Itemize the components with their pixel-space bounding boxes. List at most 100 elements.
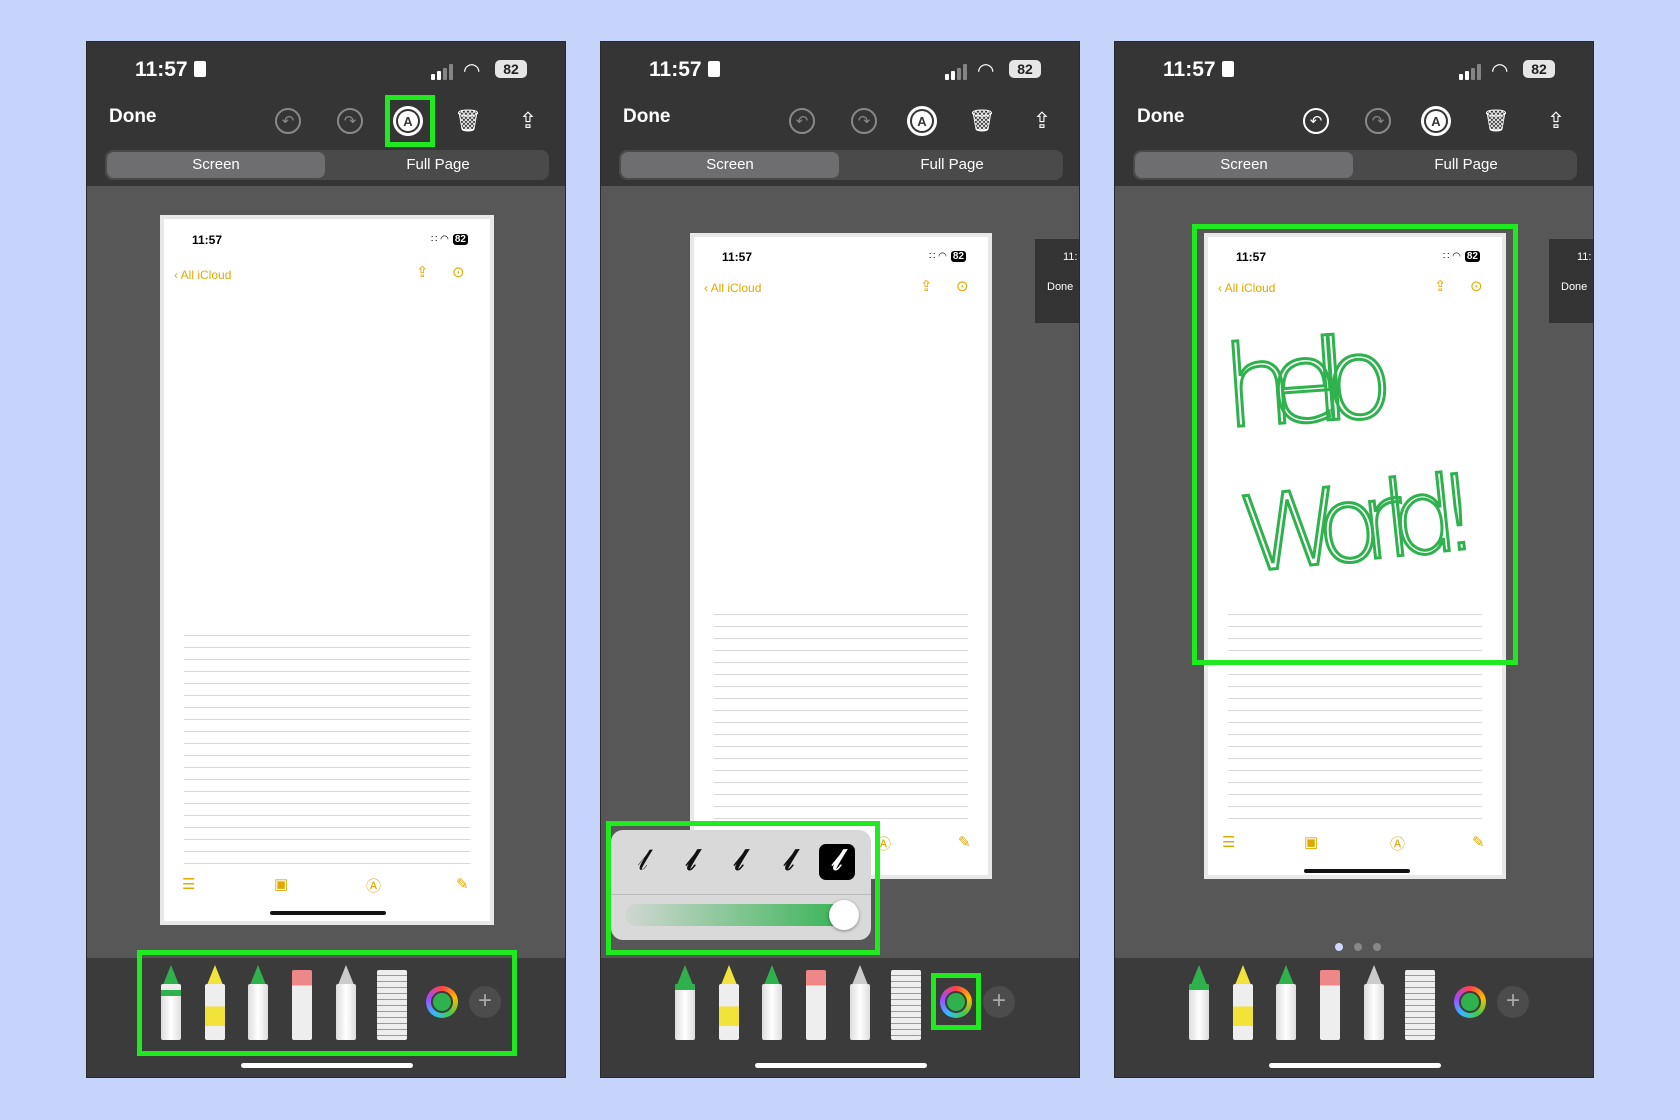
page-dot-3[interactable] (1373, 943, 1381, 951)
lasso-tool[interactable] (850, 965, 870, 1040)
tool-palette (601, 958, 1079, 1077)
share-button[interactable]: ⇪ (1025, 104, 1059, 138)
signal-icon (945, 64, 971, 80)
tab-screen[interactable]: Screen (107, 152, 325, 178)
preview-share-icon: ⇪ (920, 278, 933, 295)
tab-screen[interactable]: Screen (621, 152, 839, 178)
tab-full-page[interactable]: Full Page (843, 152, 1061, 178)
highlight-tool-palette (137, 950, 517, 1056)
next-screenshot-thumbnail[interactable]: 11: Done (1035, 239, 1079, 323)
tool-palette (1115, 958, 1593, 1077)
tab-full-page[interactable]: Full Page (1357, 152, 1575, 178)
phone-step-3: 11:57 ◠ 82 Done ↶ ↷ A 🗑 ⇪ Screen Full Pa… (1114, 41, 1594, 1078)
share-button[interactable]: ⇪ (511, 104, 545, 138)
done-button[interactable]: Done (1137, 106, 1185, 128)
preview-status: ∷ ◠ 82 (929, 251, 966, 262)
segmented-control: Screen Full Page (619, 150, 1063, 180)
page-dot-1[interactable] (1335, 943, 1343, 951)
home-indicator (241, 1063, 413, 1068)
preview-more-icon: ⊙ (956, 278, 969, 295)
thumb-done: Done (1561, 281, 1588, 293)
redo-button[interactable]: ↷ (847, 104, 881, 138)
preview-lines (184, 624, 470, 864)
delete-button[interactable]: 🗑 (965, 104, 999, 138)
undo-icon: ↶ (275, 108, 301, 134)
time-text: 11:57 (135, 58, 188, 81)
markup-button[interactable]: A (1419, 104, 1453, 138)
page-dots[interactable] (1335, 938, 1392, 956)
share-icon: ⇪ (1032, 108, 1052, 133)
time-text: 11:57 (1163, 58, 1216, 81)
redo-button[interactable]: ↷ (333, 104, 367, 138)
preview-time: 11:57 (192, 233, 223, 247)
eraser-tool[interactable] (1320, 965, 1340, 1040)
highlighter-tool[interactable] (1233, 965, 1253, 1040)
preview-time: 11:57 (722, 250, 753, 264)
preview-home-indicator (270, 911, 386, 915)
preview-camera-icon: ▣ (1304, 834, 1319, 851)
preview-checklist-icon: ☰ (182, 876, 196, 893)
undo-button[interactable]: ↶ (1299, 104, 1333, 138)
share-button[interactable]: ⇪ (1539, 104, 1573, 138)
time-text: 11:57 (649, 58, 702, 81)
preview-more-icon: ⊙ (452, 264, 465, 281)
thumb-time: 11: (1577, 251, 1592, 263)
tab-full-page[interactable]: Full Page (329, 152, 547, 178)
pencil-tool[interactable] (1276, 965, 1296, 1040)
add-tool-button[interactable]: + (983, 986, 1015, 1018)
wifi-icon: ◠ (463, 60, 481, 82)
preview-lines (714, 603, 968, 819)
preview-home-indicator (1304, 869, 1410, 873)
color-picker-button[interactable] (1454, 986, 1486, 1018)
screenshot-preview[interactable]: 11:57 ∷ ◠ 82 ‹ All iCloud ⇪ ⊙ ☰ ▣ Ⓐ ✎ (160, 215, 494, 925)
preview-battery: 82 (950, 251, 966, 262)
pen-tool[interactable] (1189, 965, 1209, 1040)
highlight-color-picker (931, 973, 981, 1030)
add-tool-button[interactable]: + (1497, 986, 1529, 1018)
page-dot-2[interactable] (1354, 943, 1362, 951)
undo-button[interactable]: ↶ (785, 104, 819, 138)
pen-tool[interactable] (675, 965, 695, 1040)
trash-icon: 🗑 (968, 108, 996, 133)
battery-indicator: 82 (495, 60, 527, 78)
redo-button[interactable]: ↷ (1361, 104, 1395, 138)
next-screenshot-thumbnail[interactable]: 11: Done (1549, 239, 1593, 323)
preview-compose-icon: ✎ (1472, 834, 1485, 851)
markup-pen-icon: A (1421, 106, 1451, 136)
share-icon: ⇪ (518, 108, 538, 133)
undo-icon: ↶ (1303, 108, 1329, 134)
status-time: 11:57 (135, 58, 206, 82)
redo-icon: ↷ (1365, 108, 1391, 134)
tab-screen[interactable]: Screen (1135, 152, 1353, 178)
delete-button[interactable]: 🗑 (1479, 104, 1513, 138)
preview-markup-icon: Ⓐ (1390, 836, 1406, 853)
preview-compose-icon: ✎ (456, 876, 469, 893)
segmented-control: Screen Full Page (105, 150, 549, 180)
selected-color-swatch (1459, 991, 1481, 1013)
delete-button[interactable]: 🗑 (451, 104, 485, 138)
undo-button[interactable]: ↶ (271, 104, 305, 138)
screenshot-preview[interactable]: 11:57 ∷ ◠ 82 ‹ All iCloud ⇪ ⊙ Ⓐ ✎ (690, 233, 992, 879)
eraser-tool[interactable] (806, 965, 826, 1040)
markup-button[interactable]: A (905, 104, 939, 138)
status-time: 11:57 (1163, 58, 1234, 82)
preview-back-label: All iCloud (180, 268, 232, 282)
redo-icon: ↷ (337, 108, 363, 134)
home-indicator (1269, 1063, 1441, 1068)
status-time: 11:57 (649, 58, 720, 82)
done-button[interactable]: Done (623, 106, 671, 128)
lock-icon (1221, 61, 1234, 77)
pencil-tool[interactable] (762, 965, 782, 1040)
home-indicator (755, 1063, 927, 1068)
lock-icon (707, 61, 720, 77)
wifi-icon: ◠ (977, 60, 995, 82)
done-button[interactable]: Done (109, 106, 157, 128)
lasso-tool[interactable] (1364, 965, 1384, 1040)
thumb-time: 11: (1063, 251, 1078, 263)
ruler-tool[interactable] (891, 965, 921, 1040)
preview-back-link: ‹ All iCloud (174, 268, 232, 282)
highlighter-tool[interactable] (719, 965, 739, 1040)
lock-icon (193, 61, 206, 77)
ruler-tool[interactable] (1405, 965, 1435, 1040)
trash-icon: 🗑 (454, 108, 482, 133)
